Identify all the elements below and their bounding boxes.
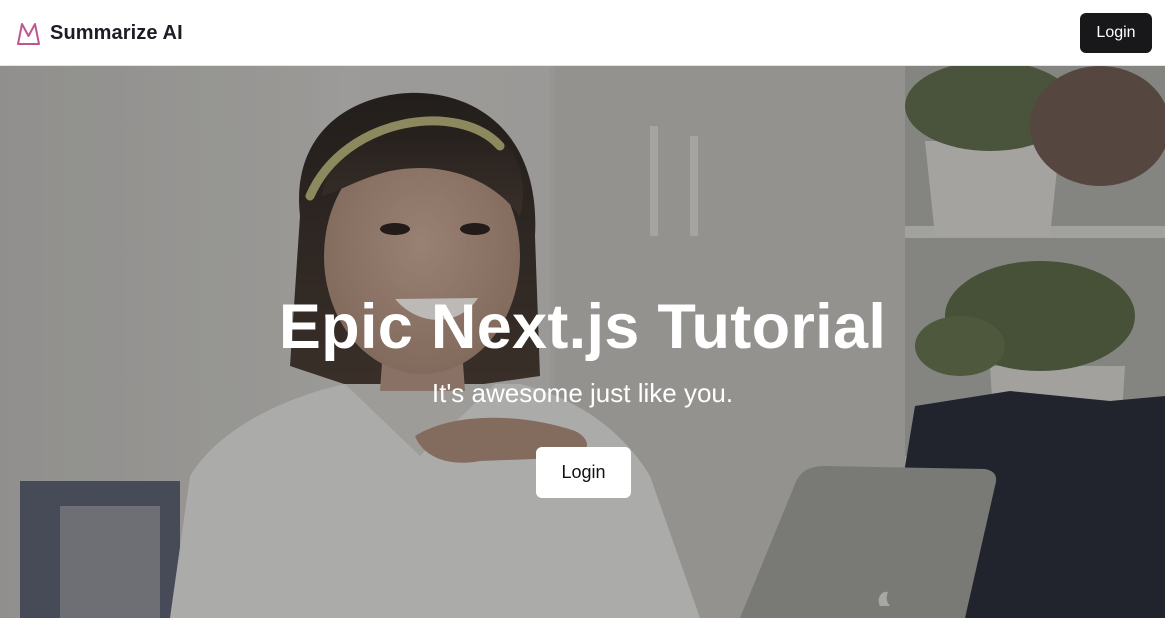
header-login-button[interactable]: Login [1080, 13, 1152, 53]
hero-login-button[interactable]: Login [536, 447, 631, 498]
hero-subtitle: It's awesome just like you. [431, 378, 734, 408]
hero-section: Epic Next.js Tutorial It's awesome just … [0, 66, 1165, 618]
brand-link[interactable]: Summarize AI [16, 20, 183, 46]
brand-name: Summarize AI [50, 21, 183, 44]
top-navbar: Summarize AI Login [0, 0, 1165, 66]
hero-title: Epic Next.js Tutorial [278, 292, 887, 362]
mountain-logo-icon [17, 22, 40, 45]
